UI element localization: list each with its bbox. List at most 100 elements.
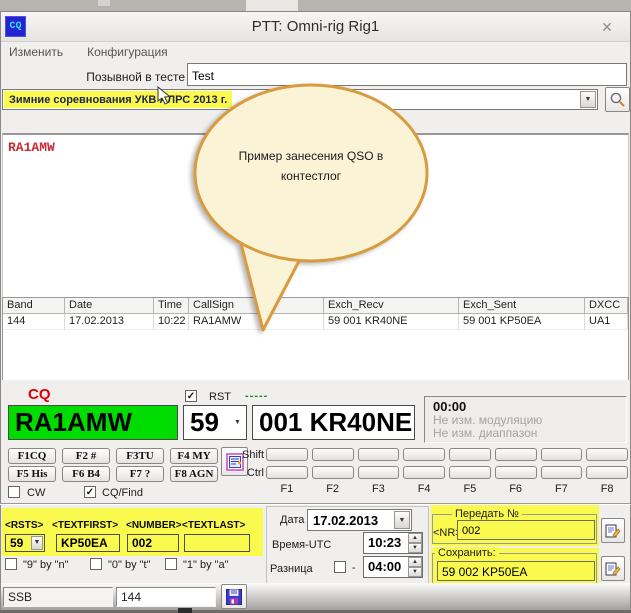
date-value[interactable]: 17.02.2013 [313,513,378,528]
utc-value[interactable]: 10:23 [364,533,408,553]
shift-f2-button[interactable] [312,448,354,461]
status-band: Не изм. диаппазон [433,426,537,440]
edit-transmit-macro-button[interactable] [601,518,625,543]
utc-spin-buttons[interactable]: ▲ ▼ [408,533,422,553]
rsts-combo[interactable]: 59 ▼ [5,534,45,552]
shift-f1-button[interactable] [266,448,308,461]
spin-up-icon[interactable]: ▲ [408,557,422,567]
ctrl-f3-button[interactable] [358,466,400,479]
menu-item-edit[interactable]: Изменить [9,45,63,59]
col-band[interactable]: Band [3,298,65,314]
rst-dashes: ----- [245,390,268,402]
ctrl-f8-button[interactable] [586,466,628,479]
ctrl-f4-button[interactable] [403,466,445,479]
band-field[interactable]: 144 [116,587,216,607]
number-field[interactable]: 002 [127,534,179,552]
exchange-input[interactable]: 001 KR40NE [252,405,415,440]
rst-sent-value[interactable]: 59 [190,407,219,437]
textfirst-field[interactable]: KP50EA [56,534,120,552]
zero-by-t-checkbox[interactable] [90,558,102,570]
edit-note-icon [605,523,621,539]
shift-f6-button[interactable] [495,448,537,461]
edit-note-icon [605,561,621,577]
ctrl-f1-button[interactable] [266,466,308,479]
shift-f7-button[interactable] [541,448,583,461]
cw-checkbox[interactable] [8,486,20,498]
cell-date[interactable]: 17.02.2013 [65,314,154,330]
diff-spin-buttons[interactable]: ▲ ▼ [408,557,422,577]
f1cq-button[interactable]: F1CQ [8,448,56,464]
menubar: Изменить Конфигурация [1,42,630,62]
timer-panel: 00:00 Не изм. модуляцию Не изм. диаппазо… [424,396,627,443]
spin-up-icon[interactable]: ▲ [408,533,422,543]
shift-f8-button[interactable] [586,448,628,461]
cell-dxcc[interactable]: UA1 [585,314,628,330]
number-header: <NUMBER> [126,520,182,531]
nine-by-n-checkbox[interactable] [5,558,17,570]
diff-spinner[interactable]: 04:00 ▲ ▼ [363,556,423,578]
shift-f4-button[interactable] [403,448,445,461]
shift-f3-button[interactable] [358,448,400,461]
f7-caption: F7 [541,483,583,495]
cw-label: CW [27,487,45,499]
app-icon[interactable]: CQ [5,16,26,37]
f8agn-button[interactable]: F8 AGN [170,466,218,482]
col-date[interactable]: Date [65,298,154,314]
close-icon[interactable]: ✕ [590,16,624,38]
save-macro-field[interactable]: 59 002 KP50EA [437,561,595,581]
search-icon [609,91,626,108]
f2-button[interactable]: F2 # [62,448,110,464]
nine-by-n-label: "9" by "n" [23,559,69,571]
log-call-text: RA1AMW [8,140,55,155]
chevron-down-icon[interactable]: ▼ [394,511,410,529]
one-by-a-checkbox[interactable] [165,558,177,570]
save-group-label: Сохранить: [435,547,499,559]
menu-item-configuration[interactable]: Конфигурация [87,45,168,59]
f4my-button[interactable]: F4 MY [170,448,218,464]
shift-f5-button[interactable] [449,448,491,461]
textlast-field[interactable] [184,534,250,552]
f5his-button[interactable]: F5 His [8,466,56,482]
callsign-input[interactable]: RA1AMW [8,405,178,440]
ctrl-f6-button[interactable] [495,466,537,479]
date-combo[interactable]: 17.02.2013 ▼ [307,509,412,531]
f8-caption: F8 [586,483,628,495]
cqfind-label: CQ/Find [102,487,143,499]
cell-exch-sent[interactable]: 59 001 KP50EA [459,314,585,330]
f3tu-button[interactable]: F3TU [116,448,164,464]
diff-label: Разница [270,563,313,575]
search-button[interactable] [605,87,630,112]
f7-button[interactable]: F7 ? [116,466,164,482]
diff-separator: - [352,562,356,574]
textlast-header: <TEXTLAST> [182,520,245,531]
rst-checkbox[interactable] [185,390,197,402]
edit-save-macro-button[interactable] [601,556,625,581]
chevron-down-icon[interactable]: ▼ [580,91,596,108]
ctrl-f2-button[interactable] [312,466,354,479]
rsts-value[interactable]: 59 [10,536,23,550]
utc-spinner[interactable]: 10:23 ▲ ▼ [363,532,423,554]
spin-down-icon[interactable]: ▼ [408,543,422,553]
chevron-down-icon[interactable]: ▼ [31,536,43,550]
cell-band[interactable]: 144 [3,314,65,330]
cqfind-checkbox[interactable] [84,486,96,498]
ctrl-f5-button[interactable] [449,466,491,479]
ctrl-f7-button[interactable] [541,466,583,479]
save-log-button[interactable] [221,584,247,609]
callout-text: Пример занесения QSO в контестлог [205,146,417,186]
background-window-fragment [98,0,110,6]
col-dxcc[interactable]: DXCC [585,298,628,314]
diff-checkbox[interactable] [334,561,346,573]
rst-sent-combo[interactable]: 59 ▼ [183,405,247,440]
timer-value: 00:00 [433,399,466,414]
chevron-down-icon[interactable]: ▼ [230,407,245,438]
one-by-a-label: "1" by "a" [183,559,229,571]
mode-field[interactable]: SSB [3,587,113,607]
diff-value[interactable]: 04:00 [364,557,408,577]
f6b4-button[interactable]: F6 B4 [62,466,110,482]
rsts-header: <RSTS> [5,520,43,531]
col-exch-sent[interactable]: Exch_Sent [459,298,585,314]
spin-down-icon[interactable]: ▼ [408,567,422,577]
nr-field[interactable]: 002 [457,520,595,540]
textfirst-header: <TEXTFIRST> [52,520,118,531]
